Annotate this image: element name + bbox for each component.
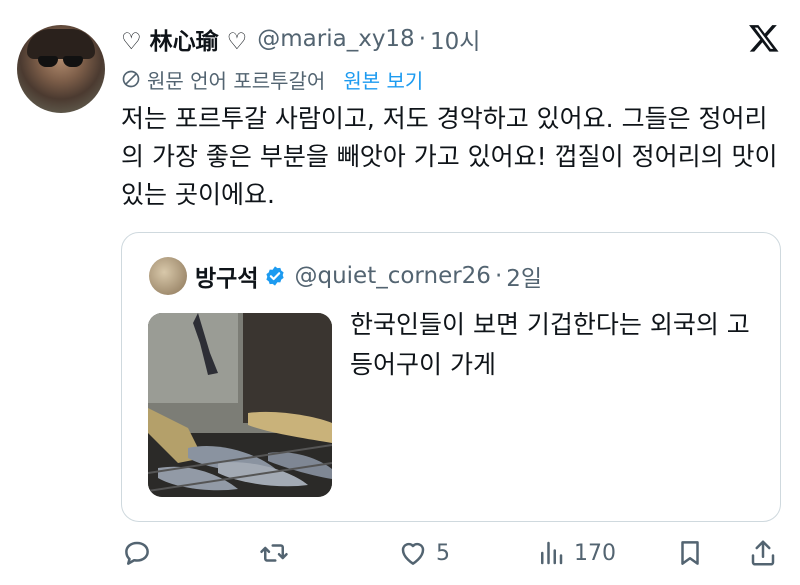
quote-media-thumbnail[interactable]: [148, 313, 332, 497]
tweet-timestamp[interactable]: 10시: [430, 22, 480, 56]
like-count: 5: [436, 540, 450, 566]
quote-tweet-card[interactable]: 방구석 @quiet_corner26 · 2일 한국인들이 보면 기겁한다는 …: [121, 232, 781, 522]
quote-separator-dot: ·: [494, 263, 503, 289]
views-count: 170: [574, 540, 616, 566]
retweet-button[interactable]: [259, 538, 297, 568]
bookmark-icon: [681, 541, 699, 565]
avatar-hair: [27, 29, 95, 59]
quote-author-avatar: [149, 257, 187, 295]
author-handle[interactable]: @maria_xy18: [257, 26, 414, 52]
reply-button[interactable]: [122, 538, 160, 568]
share-upload-icon: [751, 540, 775, 566]
reply-bubble-icon: [125, 541, 149, 565]
retweet-arrows-icon: [260, 544, 288, 562]
tweet-action-bar: 5 170: [0, 530, 800, 580]
grilled-mackerel-photo: [148, 313, 332, 497]
heart-icon: [401, 542, 425, 565]
like-button[interactable]: 5: [398, 538, 450, 568]
share-button[interactable]: [748, 538, 778, 568]
author-avatar[interactable]: [17, 25, 105, 113]
quote-header: 방구석 @quiet_corner26 · 2일: [195, 257, 542, 295]
quote-timestamp: 2일: [506, 266, 543, 292]
translation-row: 원문 언어 포르투갈어 원본 보기: [121, 63, 423, 95]
translate-globe-icon: [122, 70, 140, 88]
show-original-link[interactable]: 원본 보기: [343, 65, 423, 94]
views-bar-chart-icon: [541, 541, 563, 565]
quote-tweet-text: 한국인들이 보면 기겁한다는 외국의 고등어구이 가게: [350, 310, 750, 379]
verified-badge-icon: [266, 266, 285, 286]
x-logo-icon[interactable]: [748, 22, 780, 54]
author-display-name[interactable]: ♡ 林心瑜 ♡: [121, 22, 247, 56]
avatar-sunglasses: [38, 56, 84, 67]
bookmark-button[interactable]: [675, 538, 705, 568]
quote-author-handle: @quiet_corner26: [294, 263, 491, 289]
tweet-header: ♡ 林心瑜 ♡ @maria_xy18 · 10시: [121, 21, 480, 57]
views-button[interactable]: 170: [536, 538, 616, 568]
quote-author-name: 방구석: [195, 266, 259, 292]
separator-dot: ·: [418, 26, 427, 52]
translation-label: 원문 언어 포르투갈어: [147, 68, 326, 93]
tweet-text: 저는 포르투갈 사람이고, 저도 경악하고 있어요. 그들은 정어리의 가장 좋…: [121, 104, 778, 209]
